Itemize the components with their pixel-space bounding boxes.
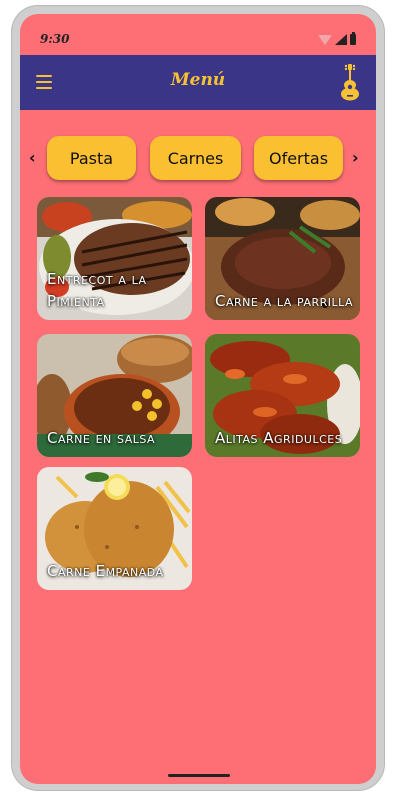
battery-icon	[350, 32, 356, 45]
guitar-icon	[341, 64, 359, 101]
category-chip-pasta[interactable]: Pasta	[47, 136, 136, 180]
dish-name: Carne Empanada	[47, 562, 164, 580]
category-selector: ‹ Pasta Carnes Ofertas ›	[20, 136, 376, 184]
page-title: Menú	[170, 70, 226, 90]
status-bar: 9:30	[20, 14, 376, 54]
app-bar: Menú	[20, 55, 376, 110]
dish-name: Carne a la parrilla	[215, 292, 354, 310]
status-icons	[318, 32, 356, 45]
app-screen: 9:30 Menú ‹ Pasta Carnes Ofertas › Entre…	[20, 14, 376, 784]
dish-card-entrecot[interactable]: Entrecot a la Pimienta	[37, 197, 192, 320]
dish-card-parrilla[interactable]: Carne a la parrilla	[205, 197, 360, 320]
dish-card-carne-en-salsa[interactable]: Carne en salsa	[37, 334, 192, 457]
dish-name: Carne en salsa	[47, 429, 156, 447]
status-time: 9:30	[40, 32, 70, 46]
chevron-right-icon[interactable]: ›	[352, 148, 359, 167]
dish-name: Entrecot a la Pimienta	[47, 270, 147, 310]
category-chip-carnes[interactable]: Carnes	[150, 136, 241, 180]
category-chip-ofertas[interactable]: Ofertas	[254, 136, 343, 180]
dish-name: Alitas Agridulces	[215, 429, 343, 447]
chevron-left-icon[interactable]: ‹	[29, 148, 36, 167]
home-indicator[interactable]	[168, 774, 230, 777]
dish-card-alitas[interactable]: Alitas Agridulces	[205, 334, 360, 457]
dish-card-carne-empanada[interactable]: Carne Empanada	[37, 467, 192, 590]
wifi-icon	[318, 35, 332, 45]
signal-icon	[335, 34, 347, 45]
